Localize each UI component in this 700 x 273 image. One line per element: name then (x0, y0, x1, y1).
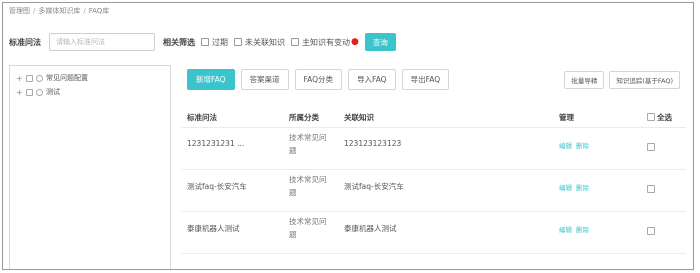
header-category: 所属分类 (289, 113, 319, 122)
row-checkbox[interactable] (647, 185, 655, 193)
breadcrumb-item-home[interactable]: 管理图 (9, 6, 30, 16)
unlinked-checkbox[interactable] (234, 38, 242, 46)
answer-channel-button[interactable]: 答案渠道 (240, 69, 289, 90)
batch-button[interactable]: 批量导精 (564, 71, 605, 89)
select-all-label: 全选 (657, 113, 672, 122)
edit-link[interactable]: 编辑 (559, 226, 572, 234)
delete-link[interactable]: 删除 (576, 142, 589, 150)
header-manage: 管理 (559, 113, 574, 122)
expired-checkbox[interactable] (201, 38, 209, 46)
select-all-checkbox[interactable] (647, 113, 655, 121)
row-checkbox[interactable] (647, 143, 655, 151)
row-category-line: 题 (289, 188, 297, 197)
header-question: 标准问法 (187, 113, 217, 122)
row-category-line: 题 (289, 146, 297, 155)
delete-link[interactable]: 删除 (576, 184, 589, 192)
row-category: 技术常见问 题 (289, 215, 329, 241)
category-tree: + 常见问题配置 + 测试 (9, 65, 171, 269)
faq-category-button[interactable]: FAQ分类 (294, 69, 343, 90)
folder-icon (36, 74, 43, 82)
query-button[interactable]: 查询 (364, 33, 396, 51)
row-checkbox[interactable] (647, 227, 655, 235)
tree-checkbox[interactable] (26, 74, 33, 82)
toolbar-right: 批量导精 知识追踪(基于FAQ) (564, 71, 680, 89)
expand-plus-icon[interactable]: + (16, 88, 23, 97)
breadcrumb: 管理图 / 多媒体知识库 / FAQ库 (9, 5, 109, 17)
row-actions: 编辑 删除 (559, 140, 593, 150)
expand-plus-icon[interactable]: + (16, 74, 23, 83)
row-category: 技术常见问 题 (289, 173, 329, 199)
standard-question-input[interactable] (49, 33, 155, 51)
row-question: 1231231231 ... (187, 139, 245, 148)
row-related: 测试faq-长安汽车 (344, 182, 404, 191)
changed-checkbox[interactable] (291, 38, 299, 46)
faq-panel: 新增FAQ 答案渠道 FAQ分类 导入FAQ 导出FAQ 批量导精 知识追踪(基… (181, 65, 686, 269)
row-category-line: 题 (289, 230, 297, 239)
table-row: 泰康机器人测试 技术常见问 题 泰康机器人测试 编辑 删除 (181, 213, 686, 254)
folder-icon (36, 88, 43, 96)
row-actions: 编辑 删除 (559, 224, 593, 234)
breadcrumb-item-faq: FAQ库 (88, 7, 110, 15)
delete-link[interactable]: 删除 (576, 226, 589, 234)
import-faq-button[interactable]: 导入FAQ (348, 69, 396, 90)
breadcrumb-item-library[interactable]: 多媒体知识库 (38, 6, 80, 16)
tree-item-label: 常见问题配置 (46, 74, 88, 82)
export-faq-button[interactable]: 导出FAQ (401, 69, 450, 90)
edit-link[interactable]: 编辑 (559, 184, 572, 192)
table-header: 标准问法 所属分类 关联知识 管理 全选 (181, 107, 686, 128)
row-category: 技术常见问 题 (289, 131, 329, 157)
related-filter-label: 相关筛选 (163, 37, 195, 47)
row-category-line: 技术常见问 (289, 133, 327, 142)
expired-label: 过期 (212, 37, 228, 47)
row-actions: 编辑 删除 (559, 182, 593, 192)
row-category-line: 技术常见问 (289, 217, 327, 226)
table-row: 测试faq-长安汽车 技术常见问 题 测试faq-长安汽车 编辑 删除 (181, 171, 686, 212)
row-category-line: 技术常见问 (289, 175, 327, 184)
header-related: 关联知识 (344, 113, 374, 122)
unlinked-label: 未关联知识 (245, 37, 285, 47)
breadcrumb-separator: / (83, 7, 86, 15)
toolbar: 新增FAQ 答案渠道 FAQ分类 导入FAQ 导出FAQ (187, 69, 450, 91)
edit-link[interactable]: 编辑 (559, 142, 572, 150)
changed-label: 主知识有变动 (302, 37, 350, 47)
tree-item-common[interactable]: + 常见问题配置 (16, 72, 88, 84)
breadcrumb-separator: / (33, 7, 36, 15)
tree-checkbox[interactable] (26, 88, 33, 96)
row-related: 123123123123 (344, 139, 402, 148)
app-frame: 管理图 / 多媒体知识库 / FAQ库 标准问法 相关筛选 过期 未关联知识 主… (2, 2, 694, 270)
table-row: 1231231231 ... 技术常见问 题 123123123123 编辑 删除 (181, 129, 686, 170)
standard-question-label: 标准问法 (9, 37, 41, 47)
warning-dot-icon: ● (351, 37, 359, 47)
add-faq-button[interactable]: 新增FAQ (187, 69, 235, 90)
filter-bar: 标准问法 相关筛选 过期 未关联知识 主知识有变动 ● 查询 (9, 31, 396, 53)
row-question: 泰康机器人测试 (187, 224, 240, 233)
row-question: 测试faq-长安汽车 (187, 182, 247, 191)
row-related: 泰康机器人测试 (344, 224, 397, 233)
tree-item-label: 测试 (46, 88, 60, 96)
knowledge-trace-button[interactable]: 知识追踪(基于FAQ) (609, 71, 680, 89)
tree-item-test[interactable]: + 测试 (16, 86, 60, 98)
